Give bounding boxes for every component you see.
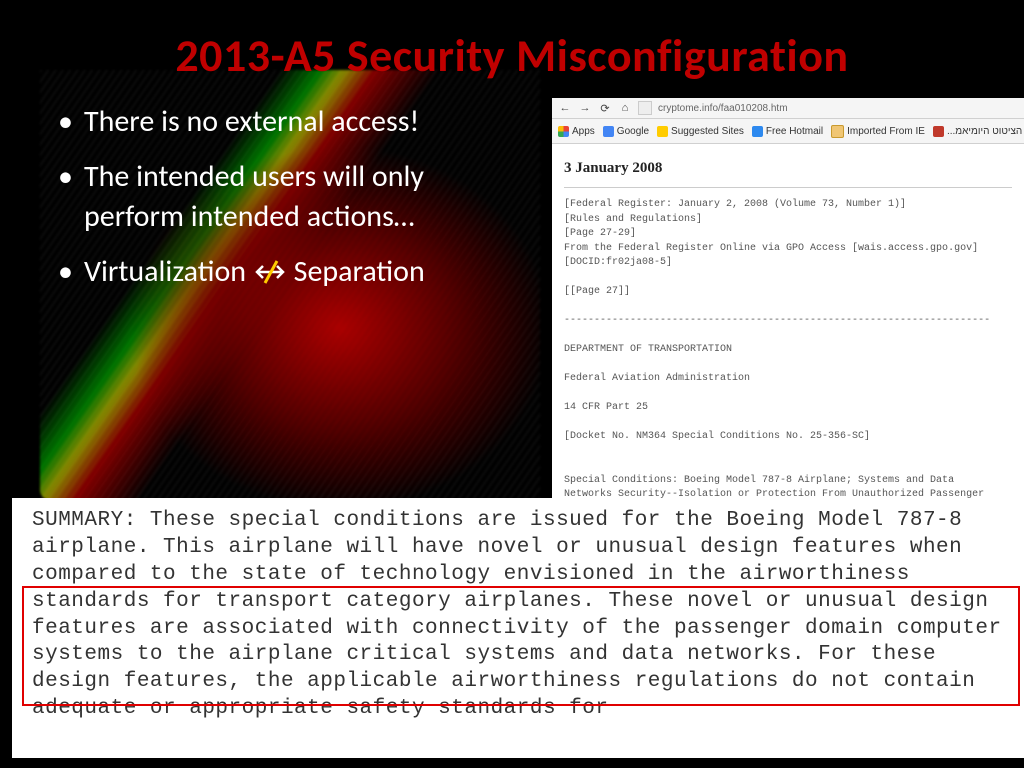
- bookmark-label: Free Hotmail: [766, 126, 823, 137]
- browser-panel: ← → ⟳ ⌂ cryptome.info/faa010208.htm Apps…: [552, 98, 1024, 498]
- address-bar[interactable]: cryptome.info/faa010208.htm: [658, 103, 788, 114]
- bookmark-imported[interactable]: Imported From IE: [831, 125, 925, 138]
- document-content: 3 January 2008 [Federal Register: Januar…: [552, 144, 1024, 498]
- bullet-text-left: Virtualization: [84, 253, 246, 290]
- back-icon[interactable]: ←: [558, 101, 572, 115]
- bookmark-label: Imported From IE: [847, 126, 925, 137]
- bookmark-label: ...ז'ו הציטוט היומיאמ: [947, 126, 1024, 137]
- home-icon[interactable]: ⌂: [618, 101, 632, 115]
- bookmark-label: Google: [617, 126, 649, 137]
- bullet-text: There is no external access!: [84, 103, 419, 140]
- not-equal-arrow-icon: [253, 252, 287, 293]
- bookmark-hotmail[interactable]: Free Hotmail: [752, 126, 823, 137]
- bullet-list: There is no external access! The intende…: [58, 102, 528, 292]
- document-body: [Federal Register: January 2, 2008 (Volu…: [564, 198, 1012, 498]
- bullet-item-2: The intended users will only perform int…: [58, 157, 528, 238]
- summary-text: SUMMARY: These special conditions are is…: [32, 508, 1010, 723]
- slide-title: 2013-A5 Security Misconfiguration: [0, 0, 1024, 84]
- bookmark-z[interactable]: ...ז'ו הציטוט היומיאמ: [933, 126, 1024, 137]
- forward-icon[interactable]: →: [578, 101, 592, 115]
- slide: 2013-A5 Security Misconfiguration There …: [0, 0, 1024, 768]
- browser-nav-bar: ← → ⟳ ⌂ cryptome.info/faa010208.htm: [552, 98, 1024, 119]
- bullet-text-right: Separation: [294, 253, 425, 290]
- bullet-text: The intended users will only perform int…: [84, 158, 424, 236]
- bookmarks-bar: Apps Google Suggested Sites Free Hotmail…: [552, 119, 1024, 144]
- bookmark-label: Suggested Sites: [671, 126, 744, 137]
- hotmail-icon: [752, 126, 763, 137]
- page-icon: [638, 101, 652, 115]
- google-icon: [603, 126, 614, 137]
- bookmark-google[interactable]: Google: [603, 126, 649, 137]
- apps-icon: [558, 126, 569, 137]
- folder-icon: [831, 125, 844, 138]
- summary-panel: SUMMARY: These special conditions are is…: [12, 498, 1024, 758]
- bookmark-suggested[interactable]: Suggested Sites: [657, 126, 744, 137]
- bookmark-label: Apps: [572, 126, 595, 137]
- bookmark-apps[interactable]: Apps: [558, 126, 595, 137]
- z-icon: [933, 126, 944, 137]
- divider: [564, 187, 1012, 188]
- reload-icon[interactable]: ⟳: [598, 101, 612, 115]
- bullet-item-1: There is no external access!: [58, 102, 528, 143]
- bullet-item-3: Virtualization Separation: [58, 252, 528, 293]
- document-date: 3 January 2008: [564, 160, 1012, 177]
- star-icon: [657, 126, 668, 137]
